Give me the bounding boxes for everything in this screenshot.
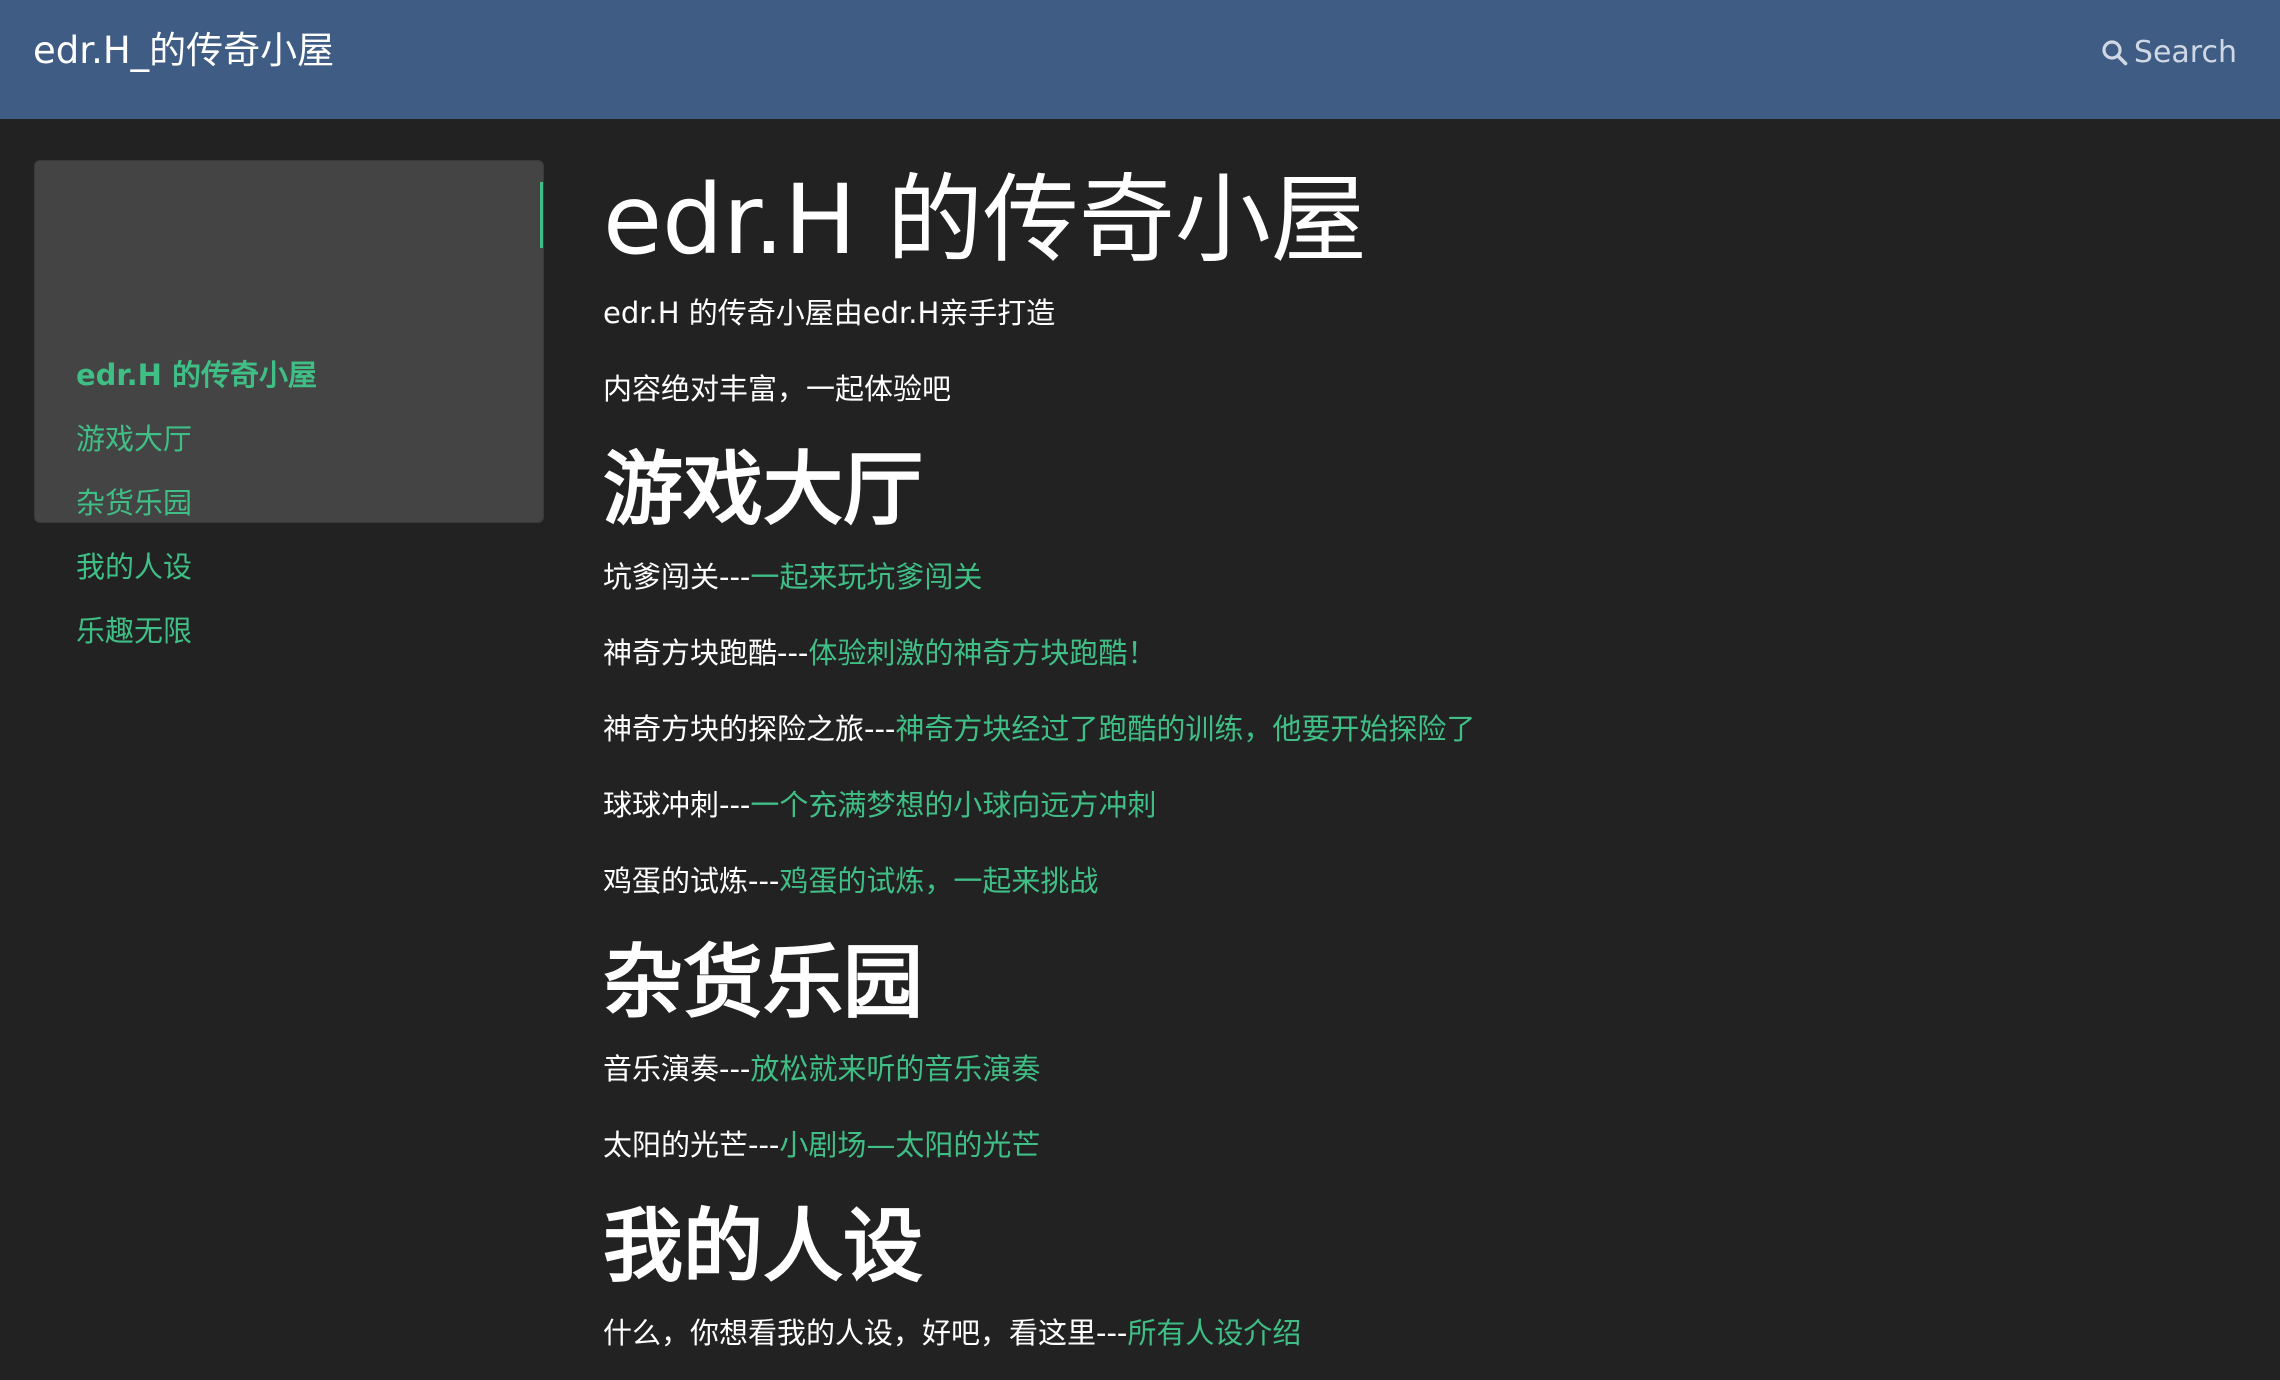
- toc-active-indicator: [540, 182, 543, 248]
- page-title: edr.H 的传奇小屋: [603, 164, 1367, 276]
- toc-item-my-persona[interactable]: 我的人设: [76, 545, 192, 589]
- entry-name: 什么，你想看我的人设，好吧，看这里---: [603, 1316, 1128, 1350]
- search-label: Search: [2133, 34, 2237, 70]
- toc-item-game-hall[interactable]: 游戏大厅: [76, 417, 192, 461]
- entry-link[interactable]: 一个充满梦想的小球向远方冲刺: [750, 788, 1156, 822]
- section-heading-misc-park: 杂货乐园: [603, 936, 923, 1029]
- search-icon: [2101, 39, 2128, 66]
- entry-link[interactable]: 一起来玩坑爹闯关: [750, 560, 982, 594]
- entry-name: 坑爹闯关---: [603, 560, 751, 594]
- table-of-contents: edr.H 的传奇小屋 游戏大厅 杂货乐园 我的人设 乐趣无限: [34, 160, 544, 648]
- intro-line-2: 内容绝对丰富，一起体验吧: [603, 372, 952, 406]
- entry-name: 神奇方块的探险之旅---: [603, 712, 896, 746]
- entry-name: 鸡蛋的试炼---: [603, 864, 780, 898]
- entry-link[interactable]: 小剧场—太阳的光芒: [779, 1128, 1040, 1162]
- list-item: 神奇方块的探险之旅---神奇方块经过了跑酷的训练，他要开始探险了: [603, 707, 1475, 751]
- site-brand-link[interactable]: edr.H_的传奇小屋: [33, 28, 334, 74]
- list-item: 鸡蛋的试炼---鸡蛋的试炼，一起来挑战: [603, 859, 1098, 903]
- entry-name: 球球冲刺---: [603, 788, 751, 822]
- list-item: 什么，你想看我的人设，好吧，看这里---所有人设介绍: [603, 1311, 1301, 1355]
- entry-link[interactable]: 体验刺激的神奇方块跑酷！: [808, 636, 1156, 670]
- toc-item-misc-park[interactable]: 杂货乐园: [76, 481, 192, 525]
- entry-name: 太阳的光芒---: [603, 1128, 780, 1162]
- list-item: 音乐演奏---放松就来听的音乐演奏: [603, 1047, 1040, 1091]
- section-heading-my-persona: 我的人设: [603, 1200, 923, 1293]
- entry-link[interactable]: 神奇方块经过了跑酷的训练，他要开始探险了: [895, 712, 1475, 746]
- entry-name: 音乐演奏---: [603, 1052, 751, 1086]
- entry-link[interactable]: 放松就来听的音乐演奏: [750, 1052, 1040, 1086]
- toc-item-home[interactable]: edr.H 的传奇小屋: [76, 353, 317, 397]
- top-navbar: edr.H_的传奇小屋 Search: [0, 0, 2280, 119]
- list-item: 坑爹闯关---一起来玩坑爹闯关: [603, 555, 982, 599]
- entry-name: 神奇方块跑酷---: [603, 636, 809, 670]
- toc-item-endless-fun[interactable]: 乐趣无限: [76, 609, 192, 653]
- list-item: 太阳的光芒---小剧场—太阳的光芒: [603, 1123, 1040, 1167]
- list-item: 球球冲刺---一个充满梦想的小球向远方冲刺: [603, 783, 1156, 827]
- intro-line-1: edr.H 的传奇小屋由edr.H亲手打造: [603, 296, 1056, 330]
- entry-link[interactable]: 鸡蛋的试炼，一起来挑战: [779, 864, 1098, 898]
- list-item: 神奇方块跑酷---体验刺激的神奇方块跑酷！: [603, 631, 1156, 675]
- section-heading-game-hall: 游戏大厅: [603, 443, 923, 536]
- search-button[interactable]: Search: [2101, 30, 2237, 74]
- entry-link[interactable]: 所有人设介绍: [1127, 1316, 1301, 1350]
